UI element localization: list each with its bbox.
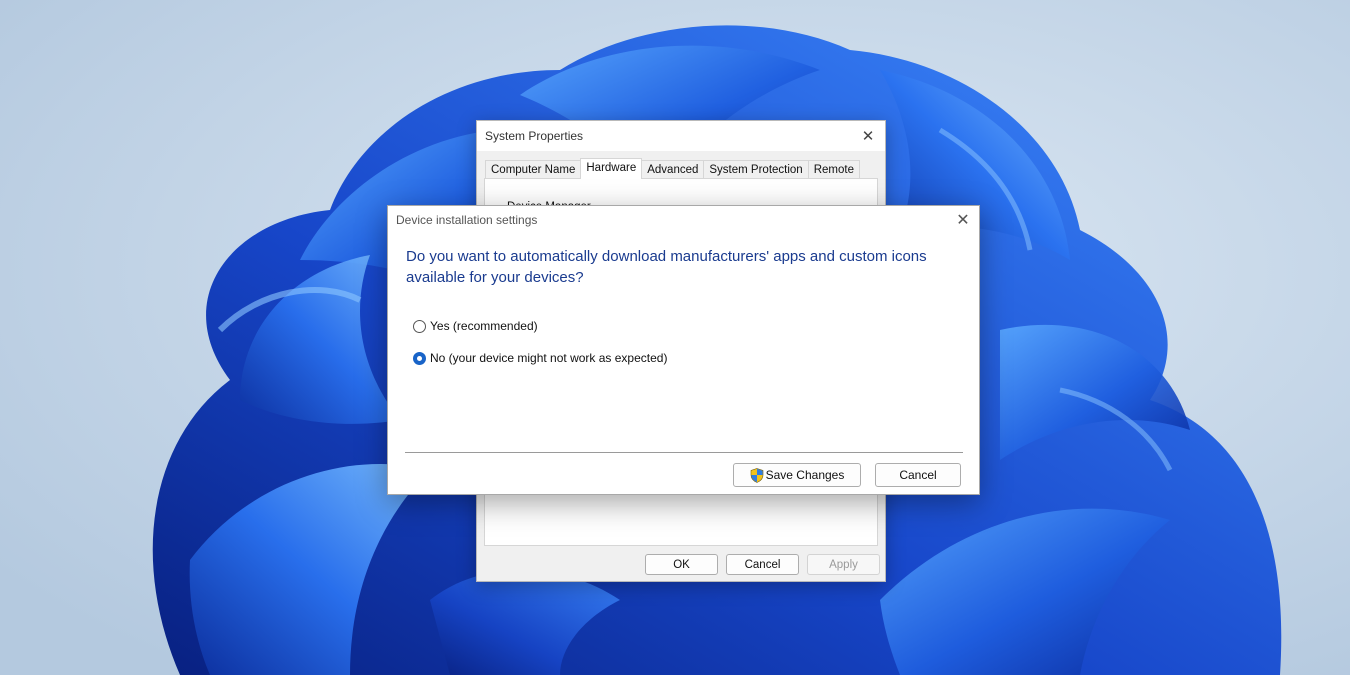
option-label: No (your device might not work as expect… xyxy=(430,351,668,365)
uac-shield-icon xyxy=(750,467,763,483)
tab-computer-name[interactable]: Computer Name xyxy=(485,160,582,179)
tab-strip: Computer Name Hardware Advanced System P… xyxy=(485,158,860,179)
tab-system-protection[interactable]: System Protection xyxy=(703,160,809,179)
close-button[interactable]: ✕ xyxy=(851,121,885,151)
divider xyxy=(405,452,963,453)
option-no[interactable]: No (your device might not work as expect… xyxy=(413,349,667,367)
radio-checked-icon[interactable] xyxy=(413,351,426,365)
apply-button[interactable]: Apply xyxy=(807,554,880,575)
dialog-footer: OK Cancel Apply xyxy=(477,554,885,578)
dialog-close-button[interactable]: ✕ xyxy=(947,206,979,234)
save-changes-button[interactable]: Save Changes xyxy=(733,463,861,487)
cancel-button[interactable]: Cancel xyxy=(875,463,961,487)
close-icon: ✕ xyxy=(956,212,970,229)
device-installation-settings-dialog: Device installation settings ✕ Do you wa… xyxy=(387,205,980,495)
dialog-title: Device installation settings xyxy=(396,213,538,227)
window-title: System Properties xyxy=(485,129,584,143)
tab-hardware[interactable]: Hardware xyxy=(580,158,643,179)
system-properties-titlebar[interactable]: System Properties ✕ xyxy=(477,121,885,151)
dialog-question: Do you want to automatically download ma… xyxy=(406,248,927,286)
option-label: Yes (recommended) xyxy=(430,319,538,333)
radio-unchecked-icon[interactable] xyxy=(413,319,426,333)
dialog-titlebar[interactable]: Device installation settings ✕ xyxy=(388,206,979,234)
tab-advanced[interactable]: Advanced xyxy=(641,160,705,179)
cancel-button[interactable]: Cancel xyxy=(726,554,799,575)
save-changes-label: Save Changes xyxy=(765,468,845,482)
tab-remote[interactable]: Remote xyxy=(807,160,860,179)
close-icon: ✕ xyxy=(861,128,875,145)
option-yes-recommended[interactable]: Yes (recommended) xyxy=(413,317,538,335)
ok-button[interactable]: OK xyxy=(645,554,718,575)
